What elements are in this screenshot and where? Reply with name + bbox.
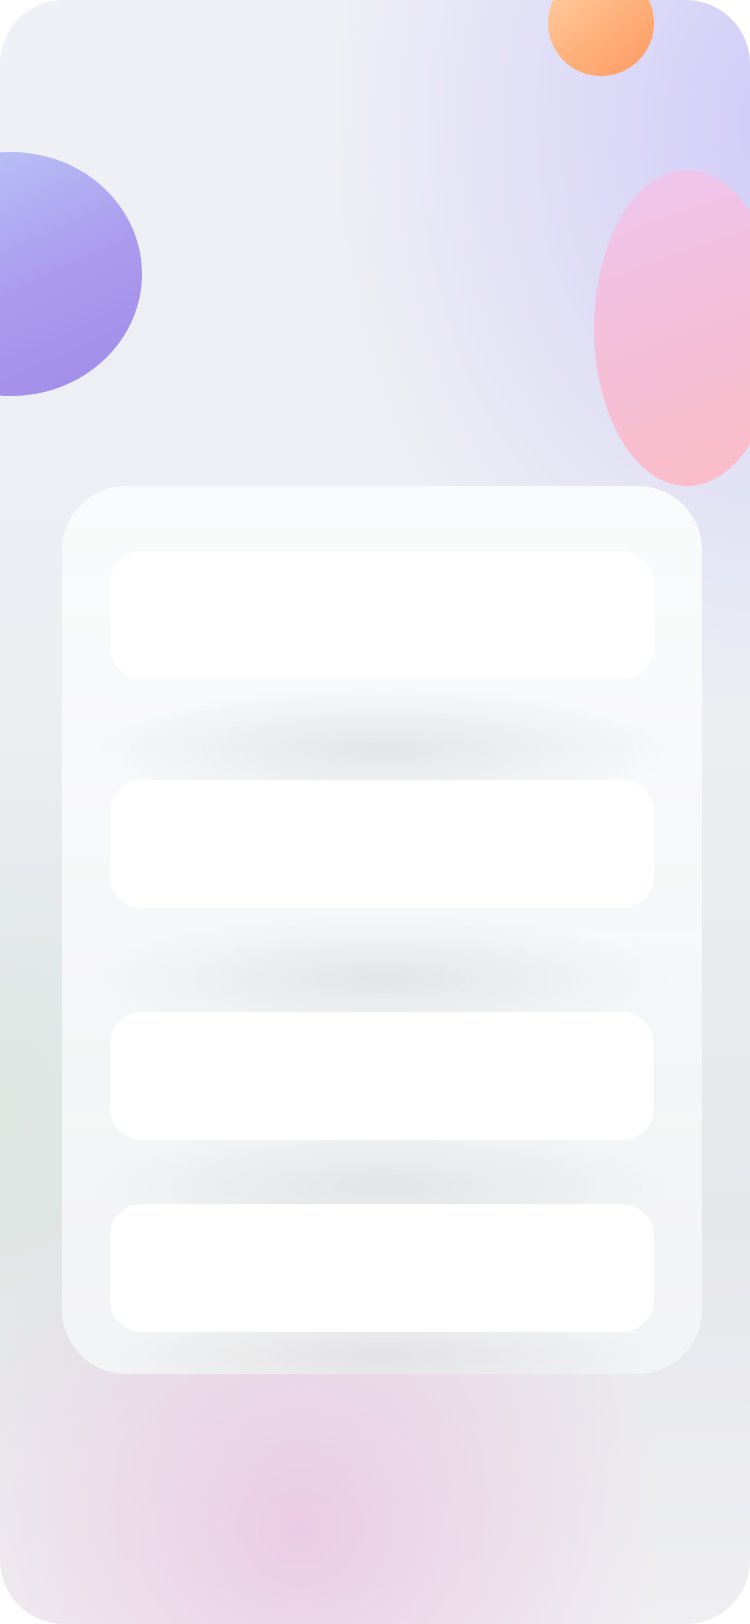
list-item-card-2[interactable] [110, 780, 654, 908]
card-label [110, 551, 654, 601]
decorative-orange-circle [548, 0, 654, 76]
decorative-pink-ellipse [594, 170, 750, 486]
card-label [110, 1204, 654, 1254]
list-item-card-4[interactable] [110, 1204, 654, 1332]
card-label [110, 780, 654, 830]
app-screen [0, 0, 750, 1624]
decorative-purple-circle [0, 152, 142, 396]
list-item-card-1[interactable] [110, 551, 654, 679]
list-item-card-3[interactable] [110, 1012, 654, 1140]
card-label [110, 1012, 654, 1062]
main-panel [62, 486, 702, 1374]
